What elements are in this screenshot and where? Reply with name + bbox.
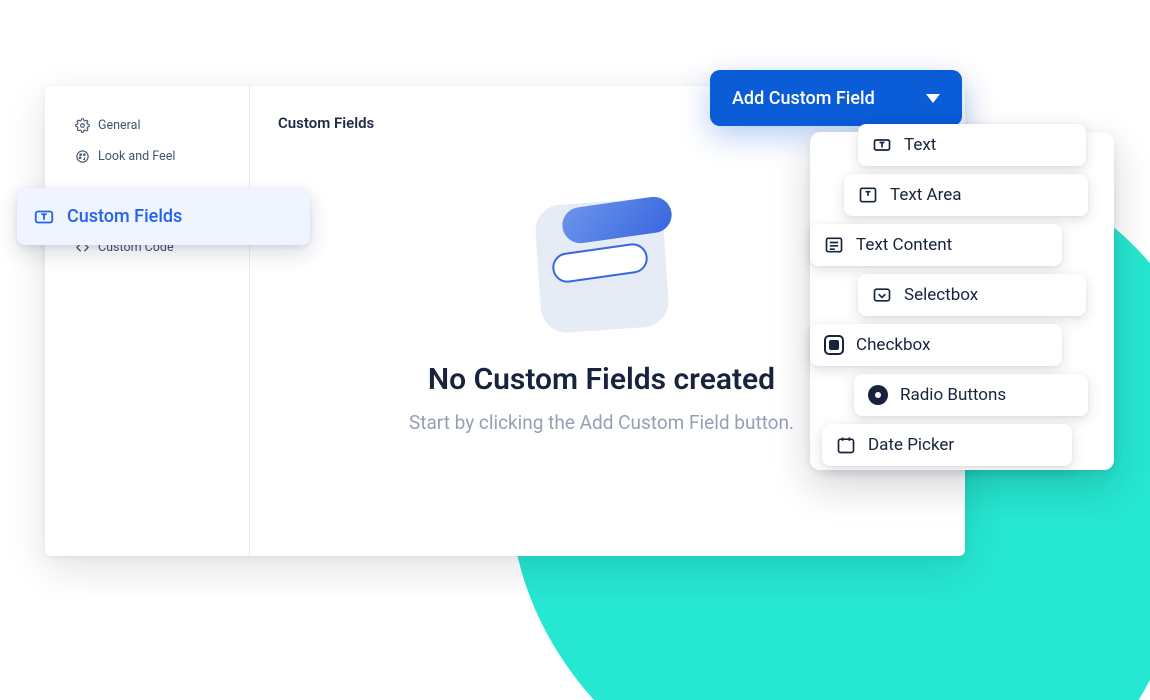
field-type-text[interactable]: Text [858,124,1086,166]
field-type-text-area[interactable]: Text Area [844,174,1088,216]
field-type-date-picker[interactable]: Date Picker [822,424,1072,466]
text-area-icon [858,185,878,205]
sidebar-item-label: Custom Fields [67,206,182,227]
calendar-icon [836,435,856,455]
field-type-checkbox[interactable]: Checkbox [810,324,1062,366]
text-icon [872,135,892,155]
sidebar-item-label: General [98,118,141,133]
checkbox-icon [824,335,844,355]
text-content-icon [824,235,844,255]
radio-icon [868,385,888,405]
field-type-menu: Text Text Area Text Content Selectbox Ch… [802,124,1106,474]
field-type-radio-buttons[interactable]: Radio Buttons [854,374,1088,416]
field-type-label: Text Area [890,185,962,205]
add-custom-field-button[interactable]: Add Custom Field [710,70,962,126]
sidebar-item-label: Look and Feel [98,149,175,164]
field-type-label: Date Picker [868,435,954,455]
field-type-label: Checkbox [856,335,930,355]
field-type-text-content[interactable]: Text Content [810,224,1062,266]
field-type-label: Radio Buttons [900,385,1006,405]
add-custom-field-label: Add Custom Field [732,88,875,109]
text-field-icon [33,206,55,228]
selectbox-icon [872,285,892,305]
empty-state-title: No Custom Fields created [428,362,775,397]
sidebar-item-general[interactable]: General [45,110,249,141]
sidebar: General Look and Feel Custom Code [45,86,250,556]
empty-state-subtitle: Start by clicking the Add Custom Field b… [409,411,794,434]
field-type-label: Text [904,135,936,155]
field-type-label: Selectbox [904,285,978,305]
sidebar-item-custom-fields[interactable]: Custom Fields [17,188,310,245]
gear-icon [75,118,90,133]
field-type-selectbox[interactable]: Selectbox [858,274,1086,316]
palette-icon [75,149,90,164]
chevron-down-icon [926,94,940,103]
sidebar-item-look-and-feel[interactable]: Look and Feel [45,141,249,172]
field-type-label: Text Content [856,235,952,255]
empty-state-illustration [532,192,672,332]
